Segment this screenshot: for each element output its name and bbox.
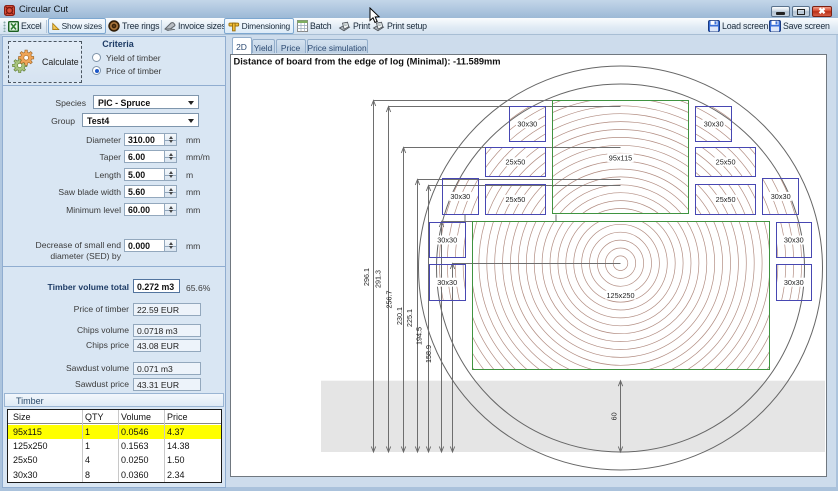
- svg-text:30x30: 30x30: [784, 236, 804, 245]
- svg-text:25x50: 25x50: [716, 158, 736, 167]
- svg-text:30x30: 30x30: [517, 119, 537, 128]
- svg-text:194.5: 194.5: [415, 327, 424, 345]
- svg-text:30x30: 30x30: [784, 278, 804, 287]
- svg-text:30x30: 30x30: [437, 236, 457, 245]
- svg-text:158.9: 158.9: [424, 345, 433, 363]
- svg-text:230.1: 230.1: [395, 307, 404, 325]
- svg-text:30x30: 30x30: [437, 278, 457, 287]
- svg-text:30x30: 30x30: [450, 192, 470, 201]
- svg-text:95x115: 95x115: [609, 153, 632, 162]
- svg-text:25x50: 25x50: [716, 195, 736, 204]
- svg-text:60: 60: [610, 412, 619, 420]
- svg-text:Distance of board from the edg: Distance of board from the edge of log (…: [234, 57, 501, 67]
- svg-text:30x30: 30x30: [704, 119, 724, 128]
- svg-text:225.1: 225.1: [405, 309, 414, 327]
- svg-text:125x250: 125x250: [607, 291, 635, 300]
- svg-text:25x50: 25x50: [505, 158, 525, 167]
- svg-text:296.1: 296.1: [362, 268, 371, 286]
- svg-text:291.3: 291.3: [374, 270, 383, 288]
- svg-text:256.7: 256.7: [385, 291, 394, 309]
- svg-text:30x30: 30x30: [771, 192, 791, 201]
- svg-text:25x50: 25x50: [505, 195, 525, 204]
